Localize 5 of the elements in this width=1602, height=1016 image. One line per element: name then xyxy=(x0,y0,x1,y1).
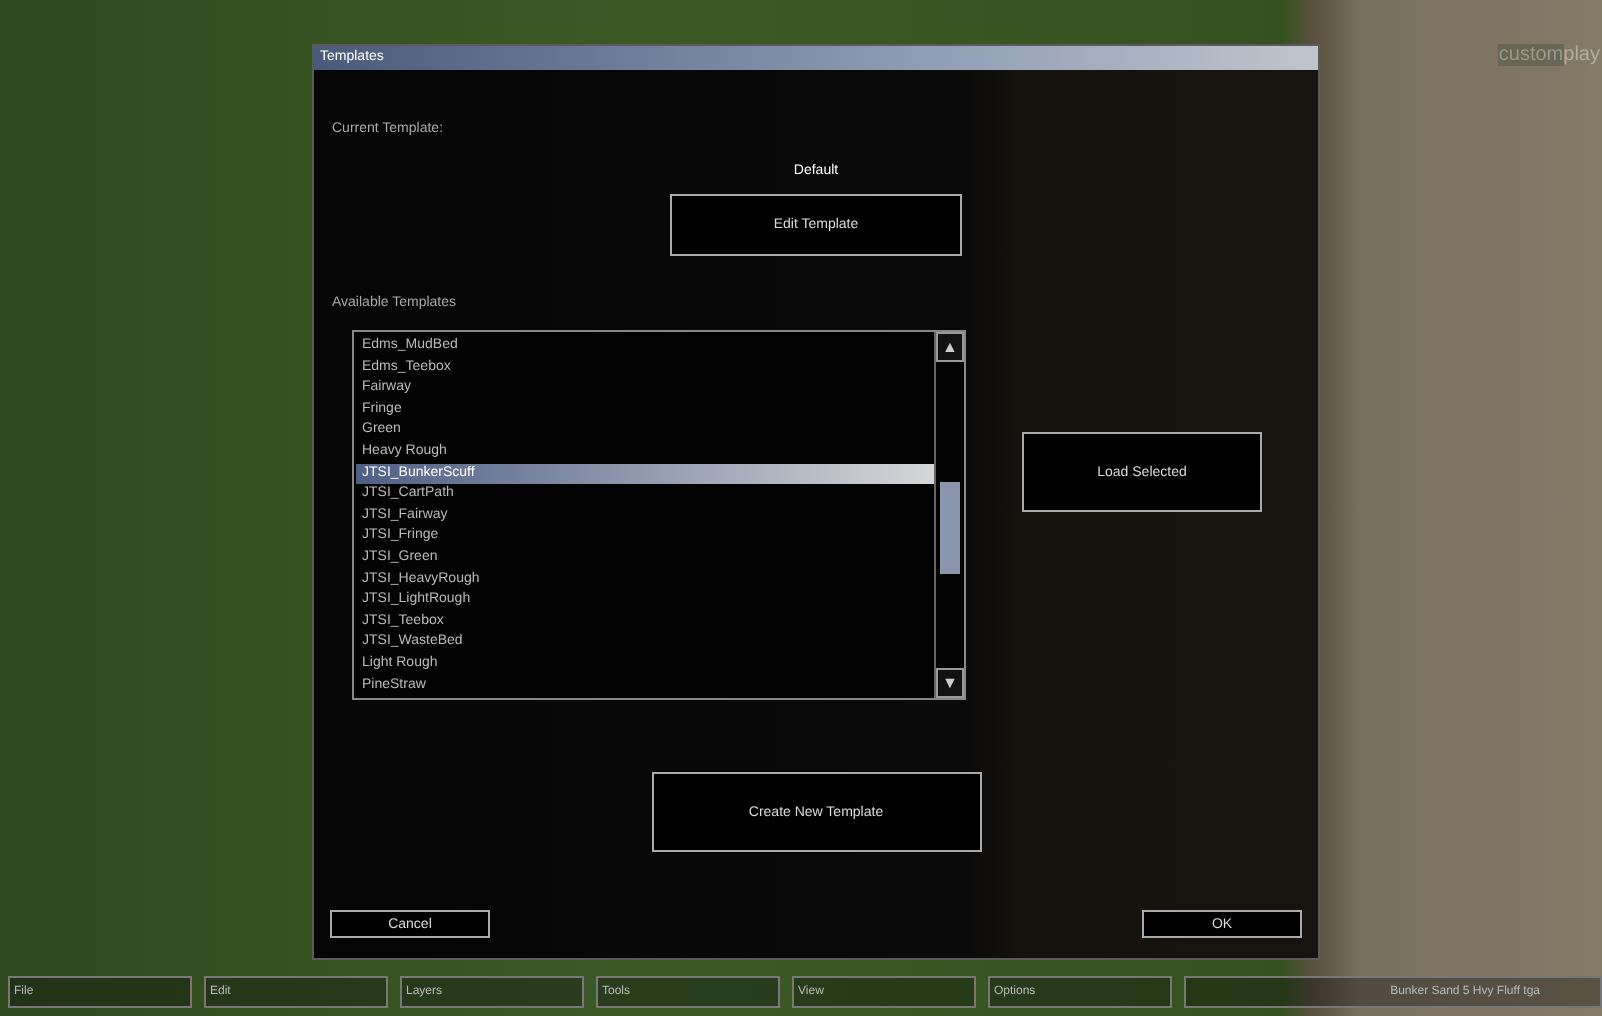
scroll-down-button[interactable]: ▼ xyxy=(936,668,964,698)
scrollbar[interactable]: ▲ ▼ xyxy=(934,332,964,698)
scroll-thumb[interactable] xyxy=(940,482,960,574)
templates-list[interactable] xyxy=(352,330,966,700)
scroll-up-button[interactable]: ▲ xyxy=(936,332,964,362)
